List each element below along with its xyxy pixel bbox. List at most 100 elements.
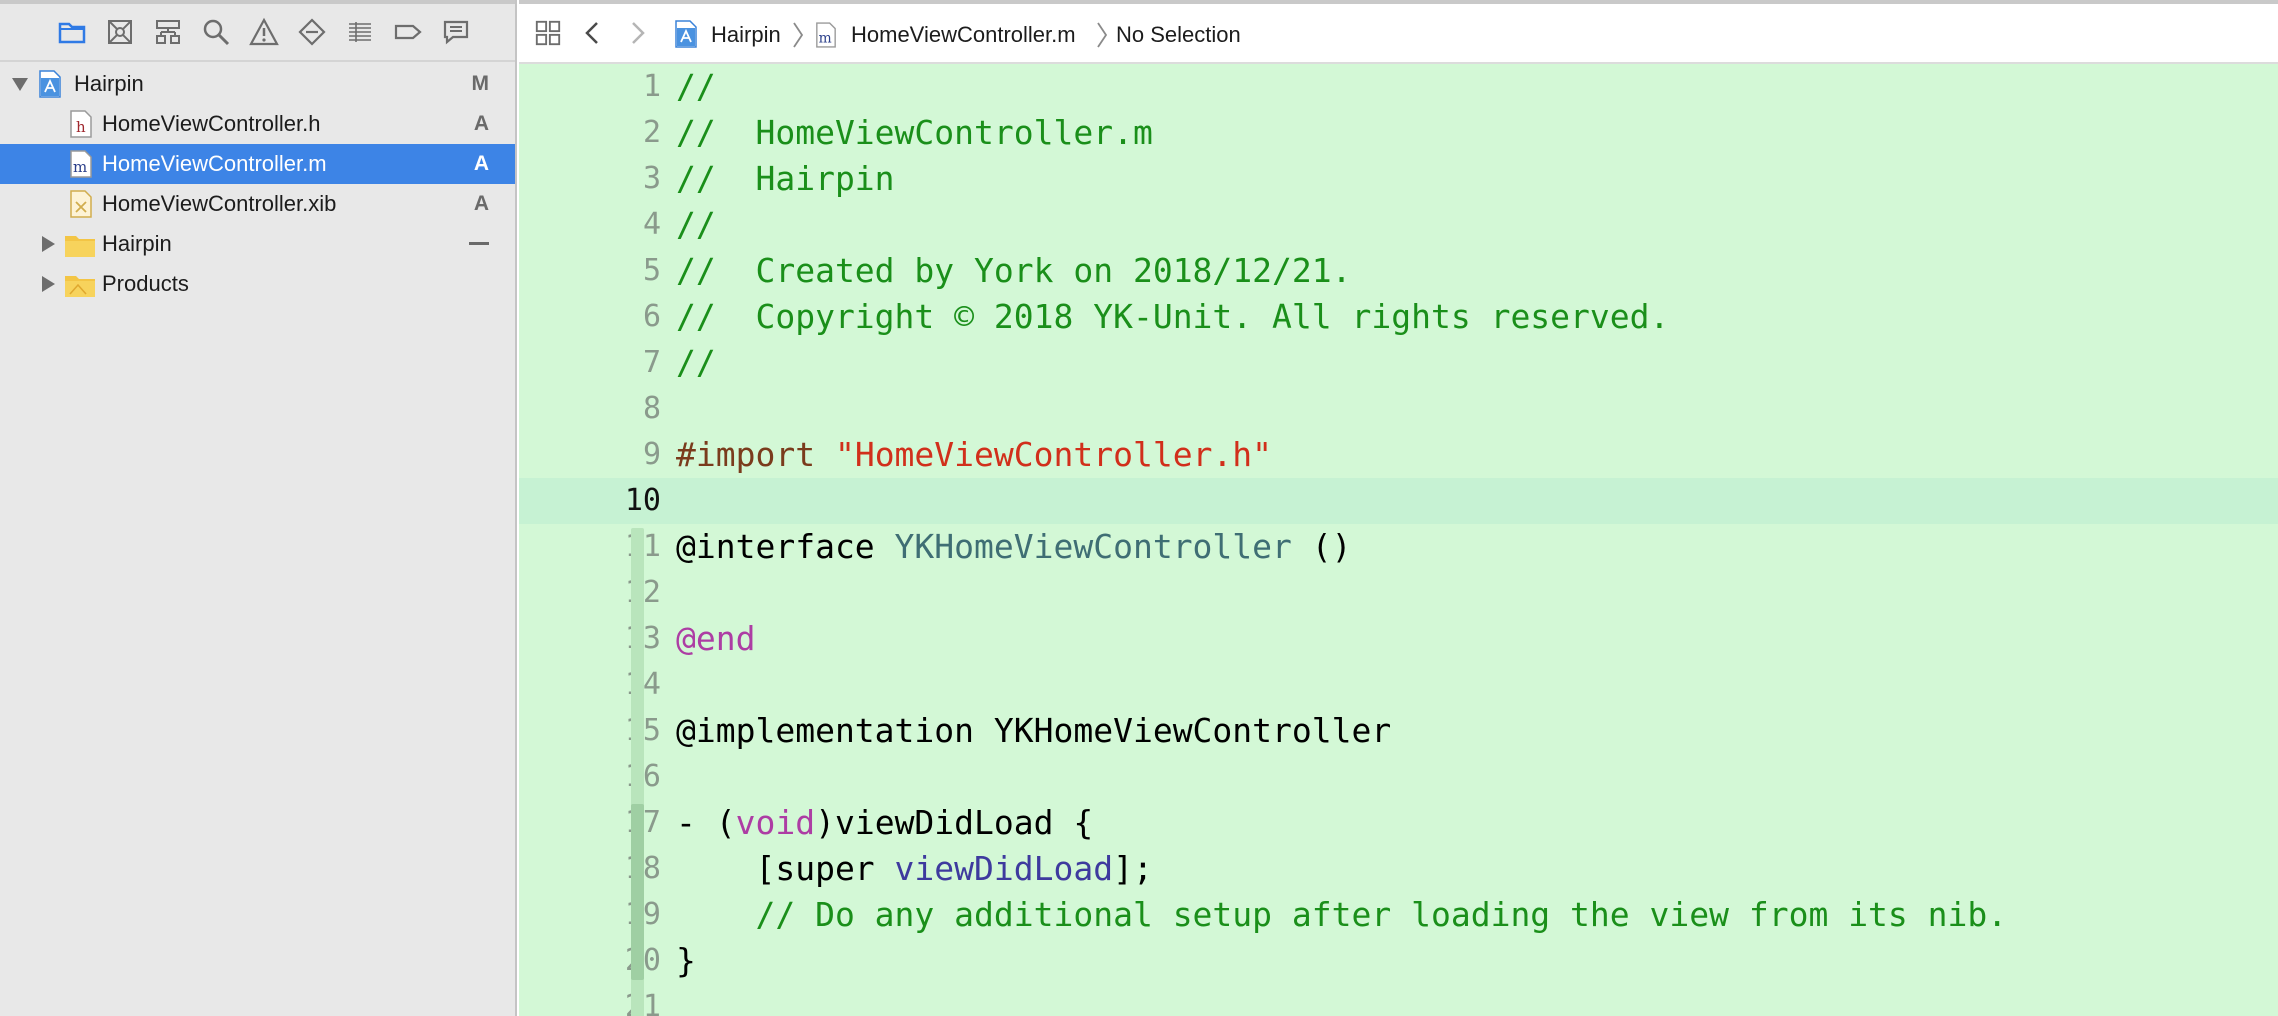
code-token: ]; bbox=[1113, 849, 1153, 888]
breadcrumb-separator-icon bbox=[1095, 20, 1109, 50]
code-area[interactable]: 1 // 2 // HomeViewController.m 3 // Hairpin 4 /… bbox=[519, 64, 2278, 1016]
test-icon[interactable] bbox=[288, 12, 336, 52]
breadcrumb-symbol[interactable]: No Selection bbox=[1116, 22, 1241, 48]
source-control-icon[interactable] bbox=[96, 12, 144, 52]
forward-chevron-icon[interactable] bbox=[627, 20, 649, 46]
code-line[interactable]: 2 // HomeViewController.m bbox=[519, 110, 2278, 156]
code-line[interactable]: 7 // bbox=[519, 340, 2278, 386]
code-line[interactable]: 9 #import "HomeViewController.h" bbox=[519, 432, 2278, 478]
code-line[interactable]: 12 bbox=[519, 570, 2278, 616]
code-line[interactable]: 20} bbox=[519, 938, 2278, 984]
code-token: @implementation YKHomeViewController bbox=[676, 711, 1392, 750]
code-line[interactable]: 10 bbox=[519, 478, 2278, 524]
breadcrumb-project[interactable]: Hairpin bbox=[711, 22, 781, 48]
scm-status-badge: A bbox=[473, 152, 489, 175]
xib-file-icon bbox=[69, 190, 93, 218]
code-line[interactable]: 18 [super viewDidLoad]; bbox=[519, 846, 2278, 892]
disclosure-collapsed-icon[interactable] bbox=[38, 234, 58, 254]
code-line[interactable]: 1 // bbox=[519, 64, 2278, 110]
line-number[interactable]: 3 bbox=[519, 156, 661, 202]
code-line[interactable]: 11@interface YKHomeViewController () bbox=[519, 524, 2278, 570]
code-token: // HomeViewController.m bbox=[676, 113, 1153, 152]
code-line[interactable]: 17- (void)viewDidLoad { bbox=[519, 800, 2278, 846]
line-number[interactable]: 7 bbox=[519, 340, 661, 386]
line-code: - (void)viewDidLoad { bbox=[676, 800, 1093, 846]
tree-item-project[interactable]: Hairpin M bbox=[0, 64, 515, 104]
line-number[interactable]: 8 bbox=[519, 386, 661, 432]
report-icon[interactable] bbox=[432, 12, 480, 52]
project-icon bbox=[38, 70, 62, 98]
code-token: )viewDidLoad { bbox=[815, 803, 1094, 842]
breadcrumb-file[interactable]: HomeViewController.m bbox=[851, 22, 1076, 48]
back-chevron-icon[interactable] bbox=[581, 20, 603, 46]
line-code: } bbox=[676, 938, 696, 984]
code-fold-ribbon[interactable] bbox=[631, 804, 644, 980]
code-line[interactable]: 21 bbox=[519, 984, 2278, 1016]
line-number[interactable]: 5 bbox=[519, 248, 661, 294]
line-number[interactable]: 2 bbox=[519, 110, 661, 156]
folder-icon[interactable] bbox=[48, 12, 96, 52]
code-line[interactable]: 15@implementation YKHomeViewController bbox=[519, 708, 2278, 754]
line-code: @implementation YKHomeViewController bbox=[676, 708, 1391, 754]
code-token: - ( bbox=[676, 803, 736, 842]
code-token: // Hairpin bbox=[676, 159, 895, 198]
code-token: // bbox=[676, 343, 716, 382]
code-line[interactable]: 6 // Copyright © 2018 YK-Unit. All rights… bbox=[519, 294, 2278, 340]
code-line[interactable]: 3 // Hairpin bbox=[519, 156, 2278, 202]
tree-item-label: Products bbox=[102, 271, 189, 296]
code-token: @interface bbox=[676, 527, 895, 566]
line-number[interactable]: 10 bbox=[519, 478, 661, 524]
breakpoint-icon[interactable] bbox=[384, 12, 432, 52]
line-number[interactable]: 4 bbox=[519, 202, 661, 248]
code-token: viewDidLoad bbox=[894, 849, 1114, 888]
disclosure-collapsed-icon[interactable] bbox=[38, 274, 58, 294]
jump-bar: Hairpin m HomeViewController.m No Select… bbox=[519, 0, 2278, 64]
code-line[interactable]: 8 bbox=[519, 386, 2278, 432]
code-line[interactable]: 16 bbox=[519, 754, 2278, 800]
svg-text:h: h bbox=[76, 118, 86, 136]
code-line[interactable]: 13@end bbox=[519, 616, 2278, 662]
code-line[interactable]: 14 bbox=[519, 662, 2278, 708]
code-line[interactable]: 5 // Created by York on 2018/12/21. bbox=[519, 248, 2278, 294]
line-code: // Do any additional setup after loading… bbox=[676, 892, 2007, 938]
tree-item-label: HomeViewController.h bbox=[102, 111, 321, 136]
line-code: // Copyright © 2018 YK-Unit. All rights … bbox=[676, 294, 1669, 340]
line-number[interactable]: 9 bbox=[519, 432, 661, 478]
disclosure-expanded-icon[interactable] bbox=[10, 74, 30, 94]
code-token: // bbox=[676, 67, 716, 106]
code-token: YKHomeViewController bbox=[894, 527, 1292, 566]
tree-item-implementation-file[interactable]: m HomeViewController.m A bbox=[0, 144, 515, 184]
line-number[interactable]: 6 bbox=[519, 294, 661, 340]
code-line[interactable]: 4 // bbox=[519, 202, 2278, 248]
line-code: #import "HomeViewController.h" bbox=[676, 432, 1272, 478]
project-icon bbox=[674, 20, 698, 48]
tree-item-header-file[interactable]: h HomeViewController.h A bbox=[0, 104, 515, 144]
code-token: void bbox=[735, 803, 816, 842]
line-code: @end bbox=[676, 616, 755, 662]
line-code: // Hairpin bbox=[676, 156, 895, 202]
svg-text:m: m bbox=[819, 30, 832, 46]
scm-status-badge: A bbox=[473, 112, 489, 135]
source-editor: Hairpin m HomeViewController.m No Select… bbox=[519, 0, 2278, 1016]
tree-item-products-folder[interactable]: Products bbox=[0, 264, 515, 304]
line-code: // Created by York on 2018/12/21. bbox=[676, 248, 1352, 294]
tree-item-xib-file[interactable]: HomeViewController.xib A bbox=[0, 184, 515, 224]
code-token: // Do any additional setup after loading… bbox=[676, 895, 2008, 934]
code-line[interactable]: 19 // Do any additional setup after load… bbox=[519, 892, 2278, 938]
tree-item-label: Hairpin bbox=[74, 71, 144, 96]
warning-icon[interactable] bbox=[240, 12, 288, 52]
search-icon[interactable] bbox=[192, 12, 240, 52]
tree-item-hairpin-folder[interactable]: Hairpin bbox=[0, 224, 515, 264]
breadcrumb-separator-icon bbox=[791, 20, 805, 50]
hierarchy-icon[interactable] bbox=[144, 12, 192, 52]
line-code: @interface YKHomeViewController () bbox=[676, 524, 1352, 570]
scm-status-badge: M bbox=[471, 72, 490, 95]
line-number[interactable]: 1 bbox=[519, 64, 661, 110]
tree-item-label: Hairpin bbox=[102, 231, 172, 256]
debug-icon[interactable] bbox=[336, 12, 384, 52]
file-tree: Hairpin M h HomeViewController.h A m Hom… bbox=[0, 64, 515, 304]
related-items-icon[interactable] bbox=[533, 18, 563, 48]
navigator-toolbar bbox=[0, 4, 515, 62]
line-code: [super viewDidLoad]; bbox=[676, 846, 1153, 892]
svg-text:m: m bbox=[73, 158, 87, 176]
